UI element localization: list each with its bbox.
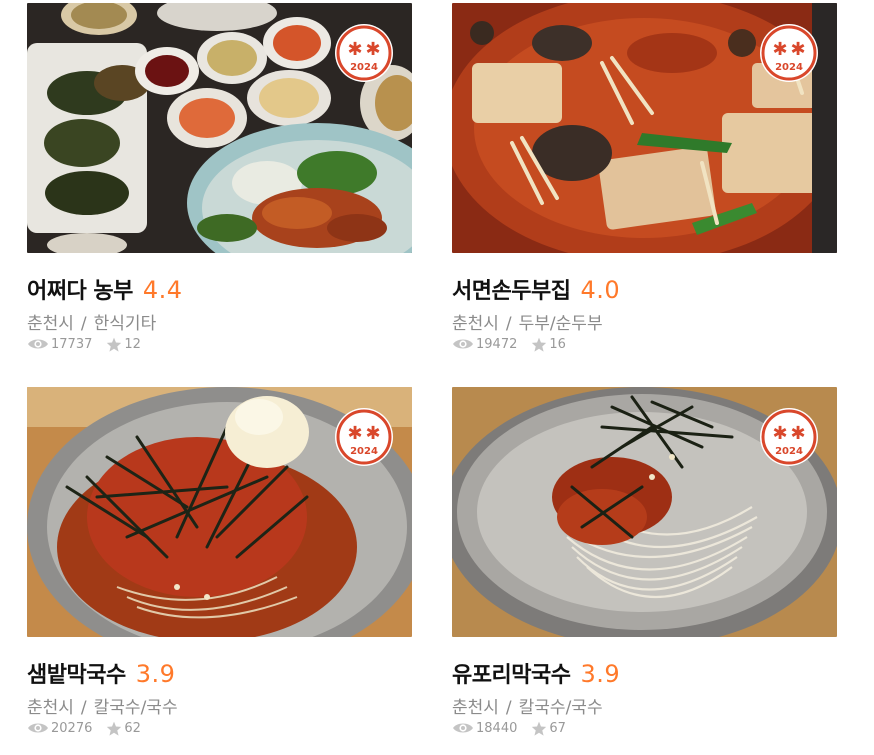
restaurant-name[interactable]: 샘밭막국수 — [27, 657, 126, 689]
restaurant-card[interactable]: ✱ ✱ 2024 유포리막국수 3.9 춘천시 / 칼국수/국수 18440 67 — [452, 387, 837, 737]
restaurant-region: 춘천시 — [27, 314, 74, 334]
svg-text:✱: ✱ — [365, 39, 380, 60]
restaurant-meta: 춘천시 / 두부/순두부 — [452, 309, 837, 334]
star-icon — [107, 721, 122, 736]
meta-separator: / — [505, 314, 512, 334]
eye-icon — [453, 339, 473, 349]
award-badge-icon: ✱ ✱ 2024 — [760, 24, 818, 82]
restaurant-score: 3.9 — [580, 660, 621, 688]
svg-text:2024: 2024 — [350, 62, 378, 73]
restaurant-photo[interactable]: ✱ ✱ 2024 — [452, 387, 837, 637]
star-icon — [107, 337, 122, 352]
award-badge-icon: ✱ ✱ 2024 — [760, 408, 818, 466]
restaurant-meta: 춘천시 / 한식기타 — [27, 309, 412, 334]
restaurant-category: 칼국수/국수 — [93, 698, 178, 718]
restaurant-score: 4.4 — [142, 276, 183, 304]
restaurant-name[interactable]: 어쩌다 농부 — [27, 273, 133, 305]
eye-icon — [28, 723, 48, 733]
restaurant-stats: 18440 67 — [452, 719, 837, 737]
svg-text:2024: 2024 — [775, 62, 803, 73]
restaurant-region: 춘천시 — [452, 698, 499, 718]
restaurant-stats: 17737 12 — [27, 335, 412, 353]
restaurant-name[interactable]: 유포리막국수 — [452, 657, 571, 689]
restaurant-category: 두부/순두부 — [518, 314, 603, 334]
star-icon — [532, 721, 547, 736]
restaurant-region: 춘천시 — [27, 698, 74, 718]
restaurant-score: 3.9 — [135, 660, 176, 688]
view-count: 19472 — [452, 337, 517, 352]
award-badge-icon: ✱ ✱ 2024 — [335, 24, 393, 82]
view-count: 17737 — [27, 337, 92, 352]
svg-text:✱: ✱ — [790, 39, 805, 60]
meta-separator: / — [505, 698, 512, 718]
restaurant-region: 춘천시 — [452, 314, 499, 334]
svg-text:✱: ✱ — [772, 39, 787, 60]
restaurant-category: 한식기타 — [93, 314, 157, 334]
view-count: 18440 — [452, 721, 517, 736]
review-count: 12 — [106, 337, 141, 352]
restaurant-card[interactable]: ✱ ✱ 2024 어쩌다 농부 4.4 춘천시 / 한식기타 17737 12 — [27, 3, 412, 353]
svg-text:✱: ✱ — [347, 423, 362, 444]
restaurant-stats: 19472 16 — [452, 335, 837, 353]
restaurant-meta: 춘천시 / 칼국수/국수 — [452, 693, 837, 718]
review-count: 67 — [531, 721, 566, 736]
restaurant-card[interactable]: ✱ ✱ 2024 샘밭막국수 3.9 춘천시 / 칼국수/국수 20276 62 — [27, 387, 412, 737]
star-icon — [532, 337, 547, 352]
svg-text:✱: ✱ — [790, 423, 805, 444]
svg-text:✱: ✱ — [365, 423, 380, 444]
restaurant-stats: 20276 62 — [27, 719, 412, 737]
review-count: 16 — [531, 337, 566, 352]
restaurant-photo[interactable]: ✱ ✱ 2024 — [27, 387, 412, 637]
award-badge-icon: ✱ ✱ 2024 — [335, 408, 393, 466]
svg-text:2024: 2024 — [350, 446, 378, 457]
meta-separator: / — [80, 314, 87, 334]
restaurant-name[interactable]: 서면손두부집 — [452, 273, 571, 305]
svg-text:✱: ✱ — [347, 39, 362, 60]
svg-text:✱: ✱ — [772, 423, 787, 444]
meta-separator: / — [80, 698, 87, 718]
restaurant-card[interactable]: ✱ ✱ 2024 서면손두부집 4.0 춘천시 / 두부/순두부 19472 16 — [452, 3, 837, 353]
eye-icon — [28, 339, 48, 349]
eye-icon — [453, 723, 473, 733]
view-count: 20276 — [27, 721, 92, 736]
restaurant-score: 4.0 — [580, 276, 621, 304]
review-count: 62 — [106, 721, 141, 736]
restaurant-meta: 춘천시 / 칼국수/국수 — [27, 693, 412, 718]
restaurant-category: 칼국수/국수 — [518, 698, 603, 718]
restaurant-photo[interactable]: ✱ ✱ 2024 — [27, 3, 412, 253]
restaurant-photo[interactable]: ✱ ✱ 2024 — [452, 3, 837, 253]
svg-text:2024: 2024 — [775, 446, 803, 457]
